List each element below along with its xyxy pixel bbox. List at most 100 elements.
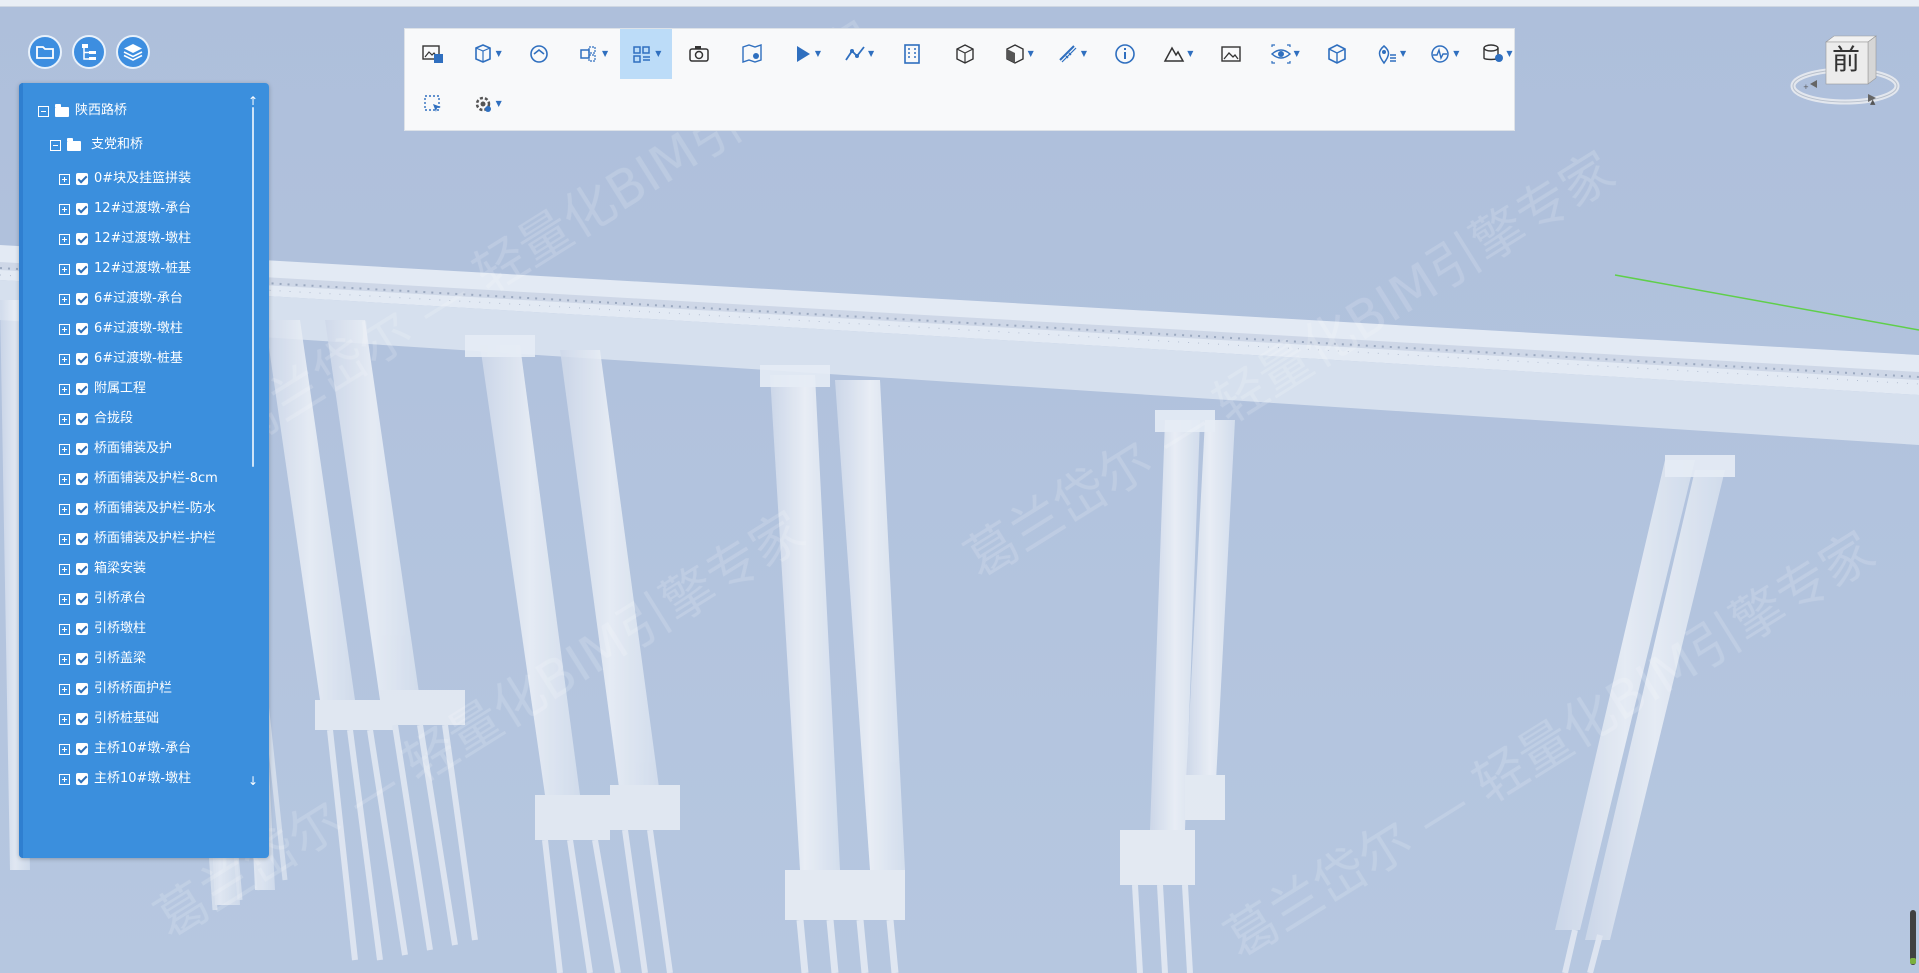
tree-item[interactable]: 0#块及挂篮拼装 xyxy=(59,167,191,191)
expand-icon[interactable] xyxy=(59,233,70,245)
tree-item[interactable]: 主桥10#墩-承台 xyxy=(59,737,191,761)
cube-tool-button[interactable] xyxy=(939,29,991,79)
tree-item[interactable]: 桥面铺装及护 xyxy=(59,437,172,461)
tree-scrollbar[interactable]: ↑ ↓ xyxy=(247,95,259,789)
expand-icon[interactable] xyxy=(59,413,70,425)
tree-item[interactable]: 主桥10#墩-墩柱 xyxy=(59,767,191,791)
expand-icon[interactable] xyxy=(59,563,70,575)
visibility-checkbox[interactable] xyxy=(76,293,88,305)
visibility-checkbox[interactable] xyxy=(76,173,88,185)
tree-item[interactable]: 引桥墩柱 xyxy=(59,617,146,641)
tree-item[interactable]: 6#过渡墩-桩基 xyxy=(59,347,183,371)
scroll-thumb[interactable] xyxy=(252,107,254,467)
picture-tool-button[interactable] xyxy=(1205,29,1257,79)
visibility-checkbox[interactable] xyxy=(76,263,88,275)
visibility-checkbox[interactable] xyxy=(76,353,88,365)
visibility-checkbox[interactable] xyxy=(76,623,88,635)
expand-icon[interactable] xyxy=(59,383,70,395)
side-scroll-handle[interactable] xyxy=(1910,910,1916,965)
visibility-checkbox[interactable] xyxy=(76,473,88,485)
database-settings-tool-button[interactable]: ▼ xyxy=(1471,29,1523,79)
model-box-tool-button[interactable] xyxy=(1311,29,1363,79)
view-cube[interactable]: + ▲ 前 xyxy=(1790,34,1900,114)
visibility-checkbox[interactable] xyxy=(76,593,88,605)
expand-icon[interactable] xyxy=(59,353,70,365)
expand-icon[interactable] xyxy=(59,773,70,785)
terrain-tool-button[interactable]: ▼ xyxy=(1152,29,1204,79)
expand-icon[interactable] xyxy=(59,593,70,605)
expand-icon[interactable] xyxy=(59,173,70,185)
visibility-checkbox[interactable] xyxy=(76,713,88,725)
camera-tool-button[interactable] xyxy=(673,29,725,79)
roam-tool-button[interactable] xyxy=(513,29,565,79)
visibility-checkbox[interactable] xyxy=(76,563,88,575)
collapse-icon[interactable] xyxy=(50,139,61,151)
scroll-down-icon[interactable]: ↓ xyxy=(247,775,259,787)
tree-item[interactable]: 12#过渡墩-承台 xyxy=(59,197,191,221)
collapse-icon[interactable] xyxy=(38,105,49,117)
expand-icon[interactable] xyxy=(59,263,70,275)
bridge-model[interactable]: 葛兰岱尔 — 轻量化BIM引擎专家 葛兰岱尔 — 轻量化BIM引擎专家 葛兰岱尔… xyxy=(0,0,1919,973)
tree-item[interactable]: 箱梁安装 xyxy=(59,557,146,581)
info-tool-button[interactable] xyxy=(1099,29,1151,79)
visibility-checkbox[interactable] xyxy=(76,743,88,755)
box-section-tool-button[interactable]: ▼ xyxy=(460,29,512,79)
tree-item[interactable]: 6#过渡墩-承台 xyxy=(59,287,183,311)
tree-item[interactable]: 12#过渡墩-桩基 xyxy=(59,257,191,281)
expand-icon[interactable] xyxy=(59,683,70,695)
tree-item[interactable]: 引桥承台 xyxy=(59,587,146,611)
expand-icon[interactable] xyxy=(59,293,70,305)
measure-tool-button[interactable]: ▼ xyxy=(1045,29,1097,79)
expand-icon[interactable] xyxy=(59,743,70,755)
visibility-checkbox[interactable] xyxy=(76,443,88,455)
tree-item[interactable]: 桥面铺装及护栏-防水 xyxy=(59,497,216,521)
visibility-checkbox[interactable] xyxy=(76,533,88,545)
tree-item[interactable]: 引桥盖梁 xyxy=(59,647,146,671)
tree-item[interactable]: 桥面铺装及护栏-8cm xyxy=(59,467,218,491)
tree-item[interactable]: 6#过渡墩-墩柱 xyxy=(59,317,183,341)
visibility-checkbox[interactable] xyxy=(76,503,88,515)
material-tool-button[interactable]: ▼ xyxy=(992,29,1044,79)
expand-icon[interactable] xyxy=(59,473,70,485)
play-tool-button[interactable]: ▼ xyxy=(779,29,831,79)
explode-tool-button[interactable]: ▼ xyxy=(567,29,619,79)
expand-icon[interactable] xyxy=(59,503,70,515)
expand-icon[interactable] xyxy=(59,713,70,725)
expand-icon[interactable] xyxy=(59,653,70,665)
visibility-checkbox[interactable] xyxy=(76,413,88,425)
view-cube-face[interactable]: 前 xyxy=(1824,38,1868,82)
location-list-tool-button[interactable]: ▼ xyxy=(1365,29,1417,79)
tree-item[interactable]: 引桥桥面护栏 xyxy=(59,677,172,701)
expand-icon[interactable] xyxy=(59,623,70,635)
tree-item[interactable]: 附属工程 xyxy=(59,377,146,401)
layers-button[interactable] xyxy=(116,35,150,69)
expand-icon[interactable] xyxy=(59,203,70,215)
tree-item[interactable]: 桥面铺装及护栏-护栏 xyxy=(59,527,216,551)
expand-icon[interactable] xyxy=(59,323,70,335)
scroll-up-icon[interactable]: ↑ xyxy=(247,95,259,107)
visibility-checkbox[interactable] xyxy=(76,383,88,395)
visibility-checkbox[interactable] xyxy=(76,683,88,695)
visibility-checkbox[interactable] xyxy=(76,203,88,215)
expand-icon[interactable] xyxy=(59,443,70,455)
tree-button[interactable] xyxy=(72,35,106,69)
image-save-tool-button[interactable] xyxy=(407,29,459,79)
expand-icon[interactable] xyxy=(59,533,70,545)
3d-viewport[interactable]: 葛兰岱尔 — 轻量化BIM引擎专家 葛兰岱尔 — 轻量化BIM引擎专家 葛兰岱尔… xyxy=(0,0,1919,973)
tree-item[interactable]: 引桥桩基础 xyxy=(59,707,159,731)
visibility-checkbox[interactable] xyxy=(76,233,88,245)
tree-project[interactable]: 支党和桥 xyxy=(50,133,143,157)
folder-button[interactable] xyxy=(28,35,62,69)
select-box-tool-button[interactable] xyxy=(407,79,459,129)
eye-view-tool-button[interactable]: ▼ xyxy=(1258,29,1310,79)
tree-item[interactable]: 合拢段 xyxy=(59,407,133,431)
map-settings-tool-button[interactable] xyxy=(726,29,778,79)
building-tool-button[interactable] xyxy=(886,29,938,79)
settings-tool-button[interactable]: ▼ xyxy=(460,79,512,129)
tree-root[interactable]: 陕西路桥 xyxy=(38,99,127,123)
visibility-checkbox[interactable] xyxy=(76,773,88,785)
visibility-checkbox[interactable] xyxy=(76,653,88,665)
visibility-checkbox[interactable] xyxy=(76,323,88,335)
path-tool-button[interactable]: ▼ xyxy=(833,29,885,79)
tree-item[interactable]: 12#过渡墩-墩柱 xyxy=(59,227,191,251)
